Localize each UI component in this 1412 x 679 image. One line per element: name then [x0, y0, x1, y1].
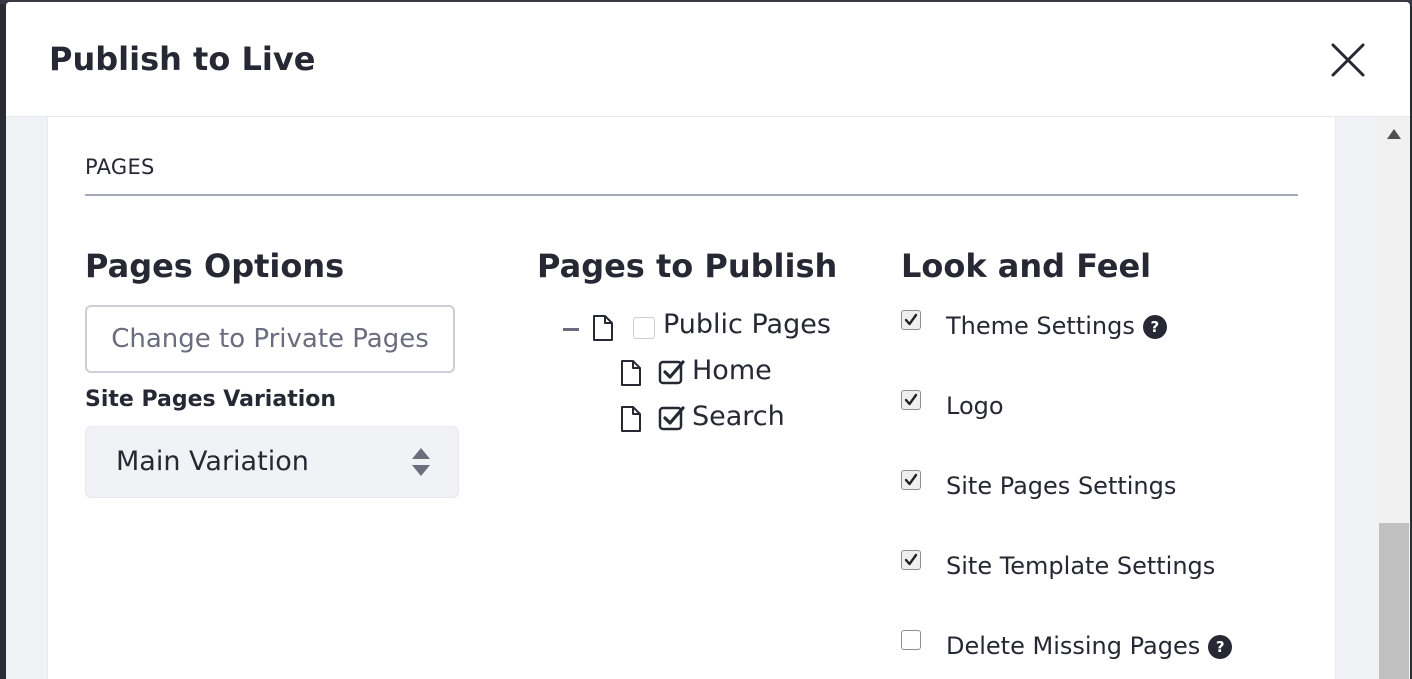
pages-panel: PAGES Pages Options Change to Private Pa… [47, 117, 1336, 679]
change-to-private-pages-button[interactable]: Change to Private Pages [85, 305, 455, 373]
select-arrows-icon [412, 448, 430, 476]
modal-header: Publish to Live [6, 2, 1410, 117]
tree-label: Home [692, 355, 772, 386]
tree-label: Search [692, 401, 785, 432]
pages-to-publish-heading: Pages to Publish [537, 247, 838, 285]
minus-icon[interactable] [563, 328, 579, 332]
theme-settings-label: Theme Settings? [946, 312, 1167, 340]
site-pages-settings-label: Site Pages Settings [946, 472, 1177, 500]
help-icon[interactable]: ? [1142, 315, 1167, 339]
delete-missing-pages-checkbox[interactable] [901, 630, 921, 650]
section-title: PAGES [85, 155, 155, 179]
look-and-feel-heading: Look and Feel [901, 247, 1152, 285]
site-pages-settings-checkbox[interactable] [901, 470, 921, 490]
select-value: Main Variation [116, 446, 309, 477]
scrollbar-thumb[interactable] [1379, 523, 1409, 679]
pages-options-heading: Pages Options [85, 247, 345, 285]
site-pages-variation-label: Site Pages Variation [85, 387, 337, 412]
modal-title: Publish to Live [49, 40, 316, 78]
logo-checkbox[interactable] [901, 390, 921, 410]
site-template-settings-label: Site Template Settings [946, 552, 1216, 580]
theme-settings-checkbox[interactable] [901, 310, 921, 330]
page-icon [621, 406, 641, 432]
section-divider [85, 194, 1298, 196]
modal-body: PAGES Pages Options Change to Private Pa… [6, 117, 1410, 679]
tree-label: Public Pages [663, 309, 831, 340]
publish-modal: Publish to Live PAGES Pages Options Chan… [6, 2, 1410, 679]
close-button[interactable] [1328, 40, 1368, 80]
vertical-scrollbar[interactable] [1378, 117, 1410, 679]
tree-node-home: Home [620, 355, 870, 393]
tree-node-public-pages: Public Pages [563, 309, 863, 348]
logo-label: Logo [946, 392, 1004, 420]
page-icon [621, 360, 641, 386]
site-pages-variation-select[interactable]: Main Variation [85, 426, 459, 498]
close-icon [1331, 43, 1365, 77]
public-pages-checkbox[interactable] [633, 317, 655, 339]
delete-missing-pages-label: Delete Missing Pages? [946, 632, 1233, 660]
help-icon[interactable]: ? [1208, 635, 1233, 659]
site-template-settings-checkbox[interactable] [901, 550, 921, 570]
page-icon [593, 315, 613, 341]
home-checked-checkbox-icon[interactable] [658, 359, 686, 385]
tree-node-search: Search [620, 401, 870, 439]
scroll-up-arrow-icon[interactable] [1386, 127, 1402, 141]
search-checked-checkbox-icon[interactable] [658, 405, 686, 431]
